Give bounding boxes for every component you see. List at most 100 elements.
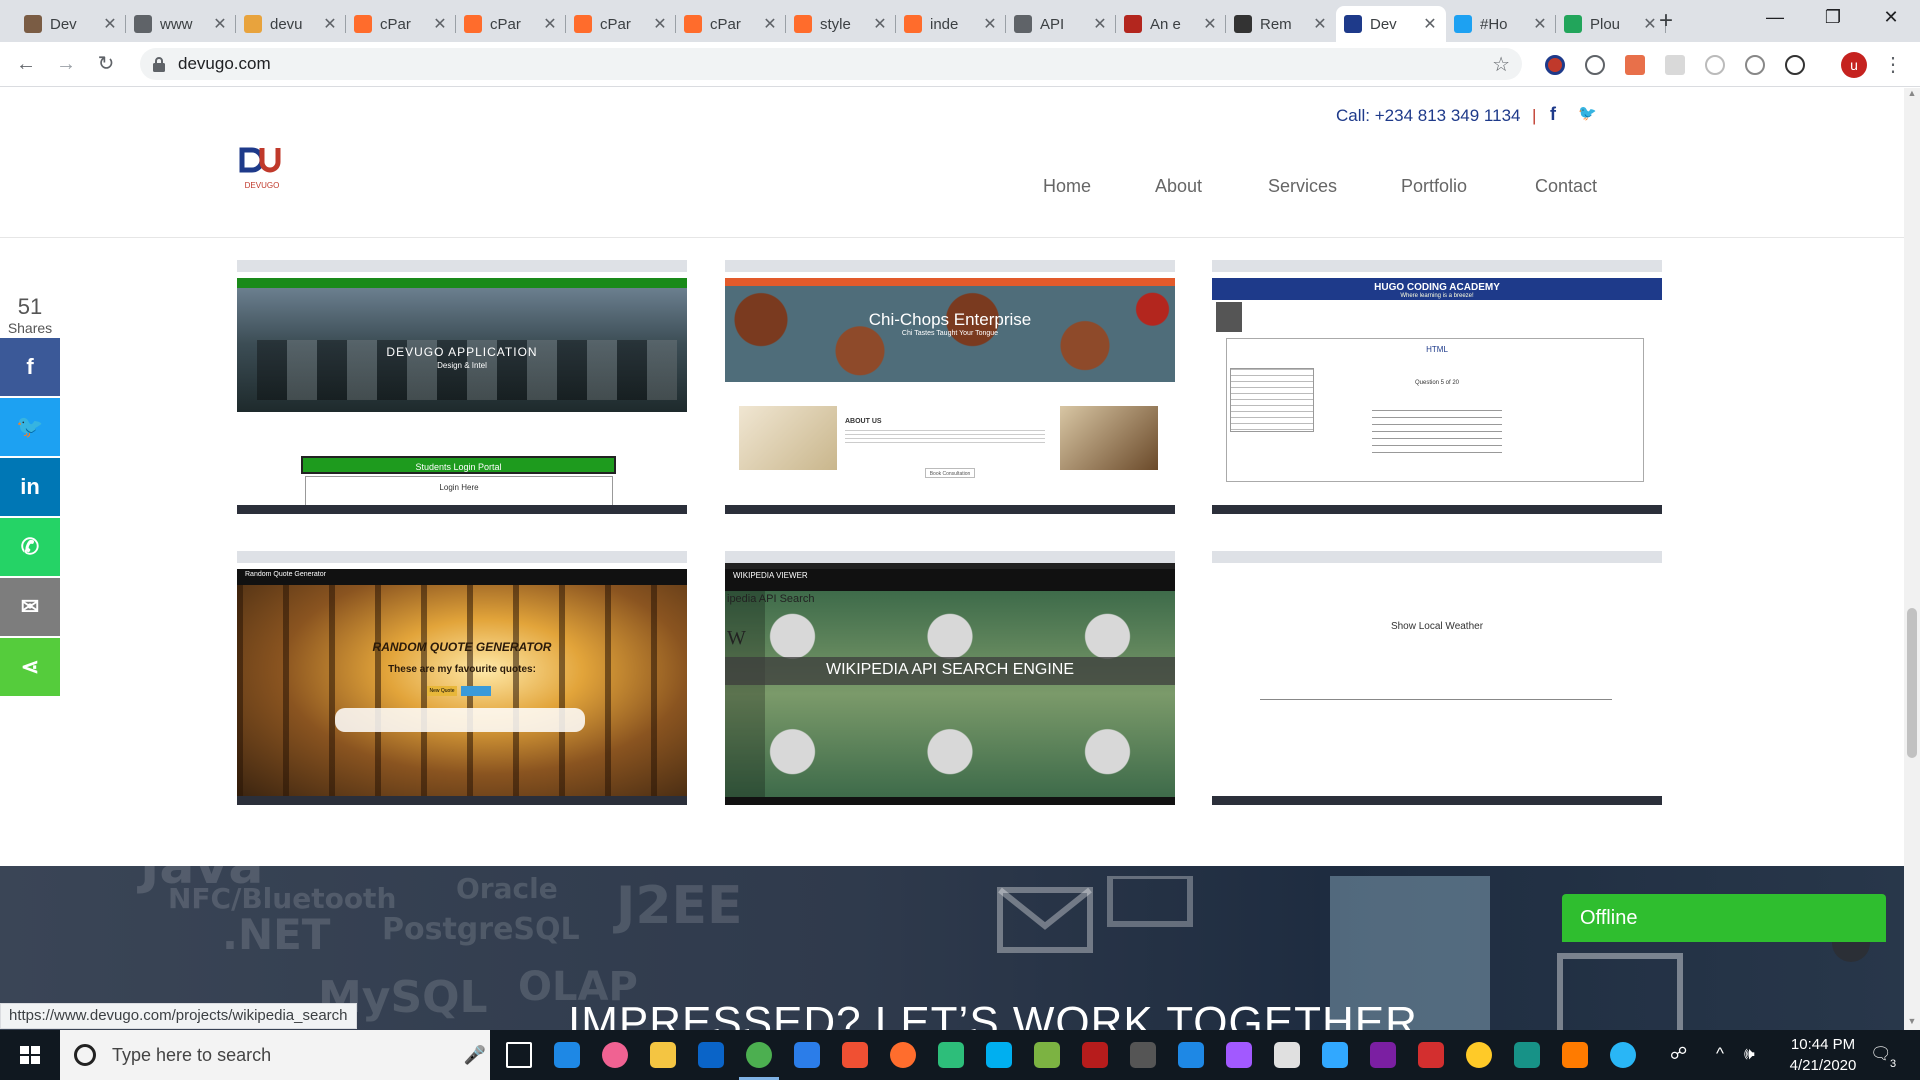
share-linkedin-button[interactable]: in bbox=[0, 458, 60, 516]
minimize-button[interactable]: — bbox=[1746, 0, 1804, 34]
new-tab-button[interactable]: + bbox=[1652, 8, 1680, 36]
people-icon[interactable]: ☍ bbox=[1670, 1044, 1687, 1064]
vlc-taskbar-icon[interactable] bbox=[1562, 1042, 1588, 1068]
task-view-taskbar-icon[interactable] bbox=[506, 1042, 532, 1068]
scroll-down-arrow-icon[interactable]: ▼ bbox=[1904, 1016, 1920, 1030]
tab-close-icon[interactable]: ✕ bbox=[1422, 14, 1438, 34]
git-taskbar-icon[interactable] bbox=[842, 1042, 868, 1068]
app-taskbar-icon[interactable] bbox=[1418, 1042, 1444, 1068]
share-facebook-button[interactable]: f bbox=[0, 338, 60, 396]
itunes-taskbar-icon[interactable] bbox=[602, 1042, 628, 1068]
forward-button[interactable]: → bbox=[52, 50, 80, 78]
browser-tab[interactable]: cPar ✕ bbox=[456, 6, 566, 42]
browser-tab[interactable]: cPar ✕ bbox=[676, 6, 786, 42]
browser-tab[interactable]: Dev ✕ bbox=[1336, 6, 1446, 42]
nav-services[interactable]: Services bbox=[1268, 176, 1337, 197]
nav-about[interactable]: About bbox=[1155, 176, 1202, 197]
paint-taskbar-icon[interactable] bbox=[1274, 1042, 1300, 1068]
browser-tab[interactable]: Rem ✕ bbox=[1226, 6, 1336, 42]
extension-icon[interactable] bbox=[1585, 55, 1605, 75]
nav-contact[interactable]: Contact bbox=[1535, 176, 1597, 197]
portfolio-item-devugo-app[interactable]: DEVUGO APPLICATION Design & Intel Studen… bbox=[237, 260, 687, 514]
microphone-icon[interactable]: 🎤 bbox=[460, 1045, 490, 1066]
vscode-taskbar-icon[interactable] bbox=[794, 1042, 820, 1068]
scrollbar-thumb[interactable] bbox=[1907, 608, 1917, 758]
portfolio-item-local-weather[interactable]: Show Local Weather bbox=[1212, 551, 1662, 805]
tab-close-icon[interactable]: ✕ bbox=[1312, 14, 1328, 34]
help-taskbar-icon[interactable] bbox=[1610, 1042, 1636, 1068]
filezilla-taskbar-icon[interactable] bbox=[1082, 1042, 1108, 1068]
wamp-taskbar-icon[interactable] bbox=[1130, 1042, 1156, 1068]
teamviewer-taskbar-icon[interactable] bbox=[1178, 1042, 1204, 1068]
reload-button[interactable]: ↻ bbox=[92, 50, 120, 78]
extension-icon[interactable] bbox=[1545, 55, 1565, 75]
tab-close-icon[interactable]: ✕ bbox=[982, 14, 998, 34]
extension-icon[interactable] bbox=[1665, 55, 1685, 75]
chrome-taskbar-icon[interactable] bbox=[739, 1042, 779, 1080]
system-clock[interactable]: 10:44 PM 4/21/2020 bbox=[1768, 1034, 1878, 1076]
portfolio-item-hugo-academy[interactable]: HUGO CODING ACADEMY Where learning is a … bbox=[1212, 260, 1662, 514]
twitter-icon[interactable]: 🐦 bbox=[1578, 104, 1597, 122]
browser-tab[interactable]: style ✕ bbox=[786, 6, 896, 42]
gitkraken-taskbar-icon[interactable] bbox=[1514, 1042, 1540, 1068]
facebook-icon[interactable]: f bbox=[1550, 104, 1556, 125]
page-scrollbar[interactable]: ▲ ▼ bbox=[1904, 88, 1920, 1030]
back-button[interactable]: ← bbox=[12, 50, 40, 78]
browser-tab[interactable]: Dev ✕ bbox=[16, 6, 126, 42]
volume-icon[interactable]: 🕪 bbox=[1744, 1044, 1755, 1064]
tab-close-icon[interactable]: ✕ bbox=[102, 14, 118, 34]
nav-portfolio[interactable]: Portfolio bbox=[1401, 176, 1467, 197]
browser-tab[interactable]: cPar ✕ bbox=[346, 6, 456, 42]
file-explorer-taskbar-icon[interactable] bbox=[650, 1042, 676, 1068]
browser-tab[interactable]: cPar ✕ bbox=[566, 6, 676, 42]
tab-close-icon[interactable]: ✕ bbox=[872, 14, 888, 34]
portfolio-item-chi-chops[interactable]: Chi-Chops Enterprise Chi Tastes Taught Y… bbox=[725, 260, 1175, 514]
tab-close-icon[interactable]: ✕ bbox=[652, 14, 668, 34]
tab-close-icon[interactable]: ✕ bbox=[542, 14, 558, 34]
share-twitter-button[interactable]: 🐦 bbox=[0, 398, 60, 456]
extension-icon[interactable] bbox=[1705, 55, 1725, 75]
mail-taskbar-icon[interactable] bbox=[698, 1042, 724, 1068]
profile-avatar[interactable]: u bbox=[1841, 52, 1867, 78]
network-taskbar-icon[interactable] bbox=[1034, 1042, 1060, 1068]
photoshop-taskbar-icon[interactable] bbox=[1322, 1042, 1348, 1068]
scroll-up-arrow-icon[interactable]: ▲ bbox=[1904, 88, 1920, 102]
nav-home[interactable]: Home bbox=[1043, 176, 1091, 197]
windows-start-icon[interactable] bbox=[0, 1030, 60, 1080]
tab-close-icon[interactable]: ✕ bbox=[1532, 14, 1548, 34]
call-phone-link[interactable]: Call: +234 813 349 1134 bbox=[1336, 106, 1520, 126]
tab-close-icon[interactable]: ✕ bbox=[762, 14, 778, 34]
show-hidden-icons-icon[interactable]: ^ bbox=[1716, 1044, 1724, 1064]
extension-icon[interactable] bbox=[1785, 55, 1805, 75]
portfolio-item-wikipedia-search[interactable]: WIKIPEDIA VIEWER ipedia API Search W WIK… bbox=[725, 551, 1175, 805]
browser-tab[interactable]: www ✕ bbox=[126, 6, 236, 42]
share-sharethis-button[interactable]: ⋖ bbox=[0, 638, 60, 696]
tab-close-icon[interactable]: ✕ bbox=[212, 14, 228, 34]
taskbar-search-box[interactable]: Type here to search 🎤 bbox=[60, 1030, 490, 1080]
extension-icon[interactable] bbox=[1745, 55, 1765, 75]
devugo-logo[interactable]: DEVUGO bbox=[238, 144, 286, 192]
tab-close-icon[interactable]: ✕ bbox=[1202, 14, 1218, 34]
share-whatsapp-button[interactable]: ✆ bbox=[0, 518, 60, 576]
offline-chat-widget[interactable]: Offline bbox=[1562, 894, 1886, 942]
browser-menu-icon[interactable]: ⋮ bbox=[1883, 52, 1903, 78]
skype-taskbar-icon[interactable] bbox=[986, 1042, 1012, 1068]
tab-close-icon[interactable]: ✕ bbox=[322, 14, 338, 34]
sourcetree-taskbar-icon[interactable] bbox=[938, 1042, 964, 1068]
portfolio-item-random-quote[interactable]: Random Quote Generator RANDOM QUOTE GENE… bbox=[237, 551, 687, 805]
extension-icon[interactable] bbox=[1625, 55, 1645, 75]
swift-taskbar-icon[interactable] bbox=[890, 1042, 916, 1068]
address-bar[interactable]: devugo.com ☆ bbox=[140, 48, 1522, 80]
browser-tab[interactable]: devu ✕ bbox=[236, 6, 346, 42]
browser-tab[interactable]: inde ✕ bbox=[896, 6, 1006, 42]
tab-close-icon[interactable]: ✕ bbox=[432, 14, 448, 34]
notifications-icon[interactable]: 🗨 bbox=[1870, 1044, 1892, 1064]
dev-app-taskbar-icon[interactable] bbox=[1370, 1042, 1396, 1068]
browser-tab[interactable]: An e ✕ bbox=[1116, 6, 1226, 42]
figma-taskbar-icon[interactable] bbox=[1226, 1042, 1252, 1068]
browser-tab[interactable]: #Ho ✕ bbox=[1446, 6, 1556, 42]
tab-close-icon[interactable]: ✕ bbox=[1092, 14, 1108, 34]
share-email-button[interactable]: ✉ bbox=[0, 578, 60, 636]
maximize-button[interactable]: ❐ bbox=[1804, 0, 1862, 34]
browser-tab[interactable]: API ✕ bbox=[1006, 6, 1116, 42]
